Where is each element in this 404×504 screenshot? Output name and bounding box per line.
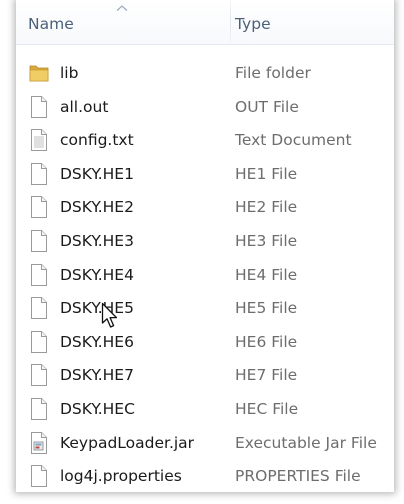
file-list-panel: Name Type lib File folder all.out OUT File c… — [16, 0, 394, 492]
file-icon — [29, 465, 49, 488]
file-row[interactable]: log4j.properties PROPERTIES File — [16, 460, 394, 492]
file-row[interactable]: DSKY.HE5 HE5 File — [16, 292, 394, 326]
file-row[interactable]: lib File folder — [16, 57, 394, 91]
column-header-type[interactable]: Type — [235, 0, 394, 44]
file-icon — [29, 297, 49, 320]
file-name: lib — [60, 64, 79, 82]
file-type: HE1 File — [235, 164, 298, 183]
file-icon — [29, 397, 49, 420]
file-type: Text Document — [235, 131, 352, 150]
file-icon — [29, 330, 49, 353]
file-name: DSKY.HE7 — [60, 366, 134, 385]
file-row[interactable]: DSKY.HE4 HE4 File — [16, 259, 394, 293]
file-name: DSKY.HE5 — [60, 299, 134, 318]
file-name: DSKY.HE2 — [60, 198, 134, 217]
file-icon — [29, 364, 49, 387]
file-type: HE4 File — [235, 265, 298, 284]
file-type: File folder — [235, 64, 311, 82]
file-name: log4j.properties — [60, 467, 182, 486]
file-type: HE2 File — [235, 198, 298, 217]
file-row[interactable]: DSKY.HE6 HE6 File — [16, 326, 394, 360]
column-header-name[interactable]: Name — [28, 0, 232, 44]
file-icon — [29, 263, 49, 286]
file-row[interactable]: DSKY.HE2 HE2 File — [16, 191, 394, 225]
file-name: config.txt — [60, 131, 134, 150]
column-divider[interactable] — [230, 0, 231, 44]
folder-icon — [29, 62, 49, 84]
file-list: lib File folder all.out OUT File config.txt T… — [16, 57, 394, 492]
file-name: DSKY.HEC — [60, 399, 135, 418]
file-icon — [29, 229, 49, 252]
file-type: HE7 File — [235, 366, 298, 385]
file-type: HE6 File — [235, 332, 298, 351]
file-row[interactable]: DSKY.HE3 HE3 File — [16, 225, 394, 259]
jar-file-icon — [29, 431, 49, 454]
file-type: HEC File — [235, 399, 299, 418]
file-icon — [29, 95, 49, 118]
file-type: PROPERTIES File — [235, 467, 361, 486]
file-icon — [29, 162, 49, 185]
file-name: all.out — [60, 97, 109, 116]
file-row[interactable]: DSKY.HE7 HE7 File — [16, 359, 394, 393]
file-type: Executable Jar File — [235, 433, 377, 452]
file-type: OUT File — [235, 97, 299, 116]
file-row[interactable]: DSKY.HE1 HE1 File — [16, 158, 394, 192]
file-type: HE3 File — [235, 231, 298, 250]
file-icon — [29, 196, 49, 219]
file-row[interactable]: all.out OUT File — [16, 91, 394, 125]
file-type: HE5 File — [235, 299, 298, 318]
text-file-icon — [29, 129, 49, 152]
file-name: DSKY.HE4 — [60, 265, 134, 284]
file-row[interactable]: config.txt Text Document — [16, 124, 394, 158]
file-row[interactable]: KeypadLoader.jar Executable Jar File — [16, 427, 394, 461]
file-row[interactable]: DSKY.HEC HEC File — [16, 393, 394, 427]
file-name: DSKY.HE6 — [60, 332, 134, 351]
file-name: KeypadLoader.jar — [60, 433, 195, 452]
file-name: DSKY.HE1 — [60, 164, 134, 183]
file-name: DSKY.HE3 — [60, 231, 134, 250]
column-header-bar: Name Type — [16, 0, 394, 45]
